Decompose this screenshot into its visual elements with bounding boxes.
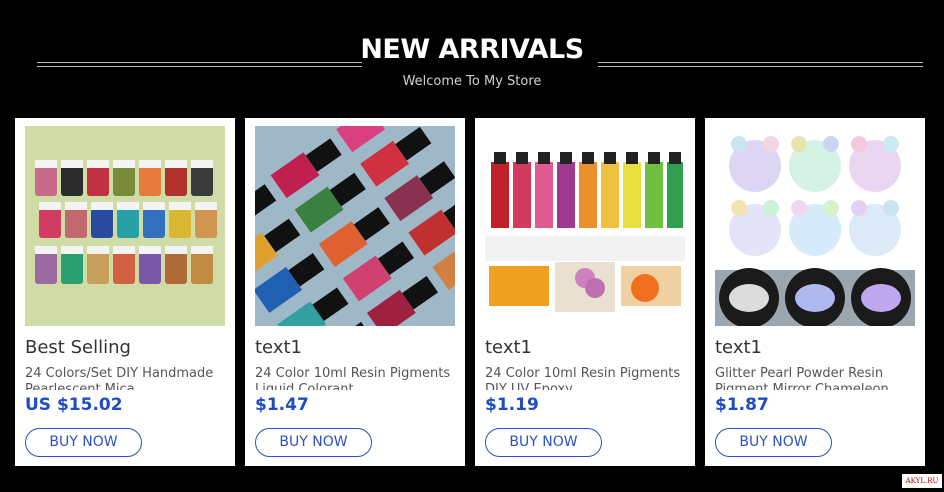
section-title: NEW ARRIVALS — [360, 34, 584, 65]
product-image[interactable] — [25, 126, 225, 326]
buy-now-button[interactable]: BUY NOW — [485, 428, 602, 457]
watermark-badge: AKYL.RU — [902, 474, 942, 488]
product-card[interactable]: text1 Glitter Pearl Powder Resin Pigment… — [705, 118, 925, 466]
product-name[interactable]: text1 — [255, 337, 302, 358]
resin-pigment-bottles-icon — [255, 126, 455, 326]
product-description[interactable]: 24 Color 10ml Resin Pigments DIY UV Epox… — [485, 366, 685, 390]
product-price: $1.47 — [255, 395, 309, 415]
product-price: US $15.02 — [25, 395, 123, 415]
product-description[interactable]: 24 Color 10ml Resin Pigments Liquid Colo… — [255, 366, 455, 390]
product-image[interactable] — [715, 126, 915, 326]
mica-powder-jars-icon — [25, 126, 225, 326]
product-name[interactable]: Best Selling — [25, 337, 131, 358]
product-price: $1.19 — [485, 395, 539, 415]
product-name[interactable]: text1 — [485, 337, 532, 358]
chameleon-bear-figures-icon — [715, 126, 915, 326]
product-name[interactable]: text1 — [715, 337, 762, 358]
store-header: NEW ARRIVALS Welcome To My Store — [0, 0, 944, 110]
product-card[interactable]: text1 24 Color 10ml Resin Pigments DIY U… — [475, 118, 695, 466]
product-image[interactable] — [255, 126, 455, 326]
product-description[interactable]: 24 Colors/Set DIY Handmade Pearlescent M… — [25, 366, 225, 390]
product-card[interactable]: Best Selling 24 Colors/Set DIY Handmade … — [15, 118, 235, 466]
buy-now-button[interactable]: BUY NOW — [255, 428, 372, 457]
section-subtitle: Welcome To My Store — [402, 74, 542, 89]
header-divider-right — [598, 62, 923, 67]
product-image[interactable] — [485, 126, 685, 326]
product-price: $1.87 — [715, 395, 769, 415]
resin-dye-bottles-and-molds-icon — [485, 126, 685, 326]
buy-now-button[interactable]: BUY NOW — [715, 428, 832, 457]
buy-now-button[interactable]: BUY NOW — [25, 428, 142, 457]
product-card[interactable]: text1 24 Color 10ml Resin Pigments Liqui… — [245, 118, 465, 466]
product-description[interactable]: Glitter Pearl Powder Resin Pigment Mirro… — [715, 366, 915, 390]
